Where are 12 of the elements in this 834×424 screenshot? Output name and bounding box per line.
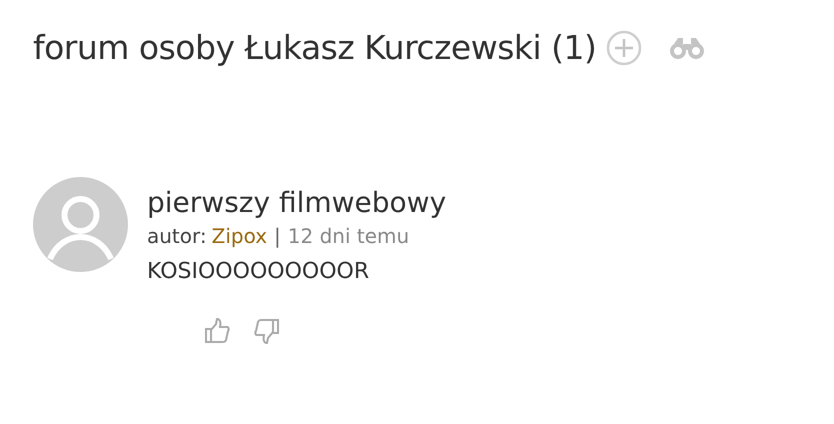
author-label: autor: [147, 223, 207, 250]
avatar-icon [33, 177, 128, 272]
separator: | [274, 223, 281, 250]
add-icon[interactable] [606, 30, 642, 66]
thumbs-down-icon[interactable] [253, 317, 281, 345]
page-title: forum osoby Łukasz Kurczewski (1) [33, 27, 596, 69]
post-time: 12 dni temu [288, 223, 410, 250]
author-link[interactable]: Zipox [212, 221, 268, 251]
binoculars-icon[interactable] [668, 36, 706, 60]
post-body: KOSIOOOOOOOOOR [147, 258, 370, 286]
post-title[interactable]: pierwszy filmwebowy [147, 185, 446, 221]
thumbs-up-icon[interactable] [203, 317, 231, 345]
